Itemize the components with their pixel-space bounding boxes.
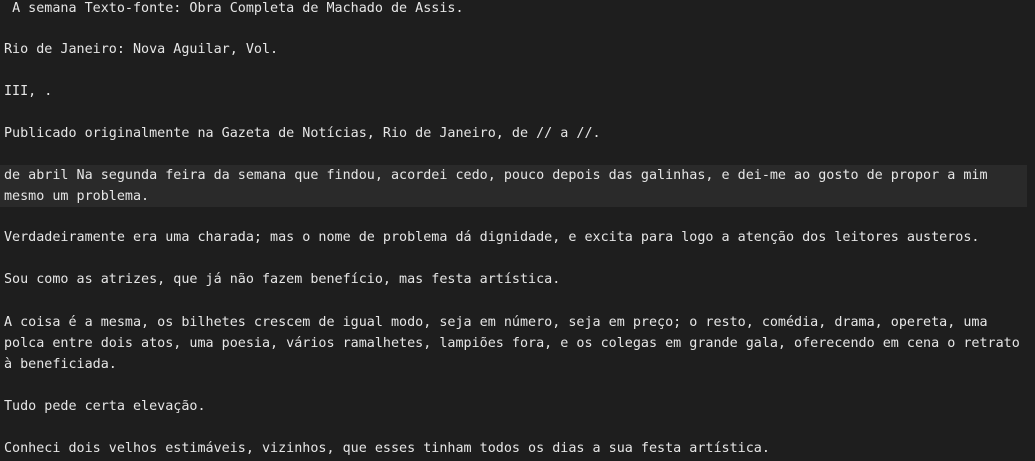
paragraph-3[interactable]: III, . (0, 81, 1027, 102)
paragraph-7[interactable]: Sou como as atrizes, que já não fazem be… (0, 269, 1027, 290)
paragraph-5-current-line[interactable]: de abril Na segunda feira da semana que … (0, 165, 1027, 207)
scrollbar-track[interactable] (1029, 0, 1035, 461)
paragraph-2[interactable]: Rio de Janeiro: Nova Aguilar, Vol. (0, 39, 1027, 60)
text-editor[interactable]: A semana Texto-fonte: Obra Completa de M… (0, 0, 1035, 461)
paragraph-8[interactable]: A coisa é a mesma, os bilhetes crescem d… (0, 312, 1027, 375)
paragraph-9[interactable]: Tudo pede certa elevação. (0, 396, 1027, 417)
paragraph-4[interactable]: Publicado originalmente na Gazeta de Not… (0, 123, 1027, 144)
paragraph-10[interactable]: Conheci dois velhos estimáveis, vizinhos… (0, 438, 1027, 459)
paragraph-1[interactable]: A semana Texto-fonte: Obra Completa de M… (0, 0, 1027, 19)
paragraph-6[interactable]: Verdadeiramente era uma charada; mas o n… (0, 227, 1027, 248)
